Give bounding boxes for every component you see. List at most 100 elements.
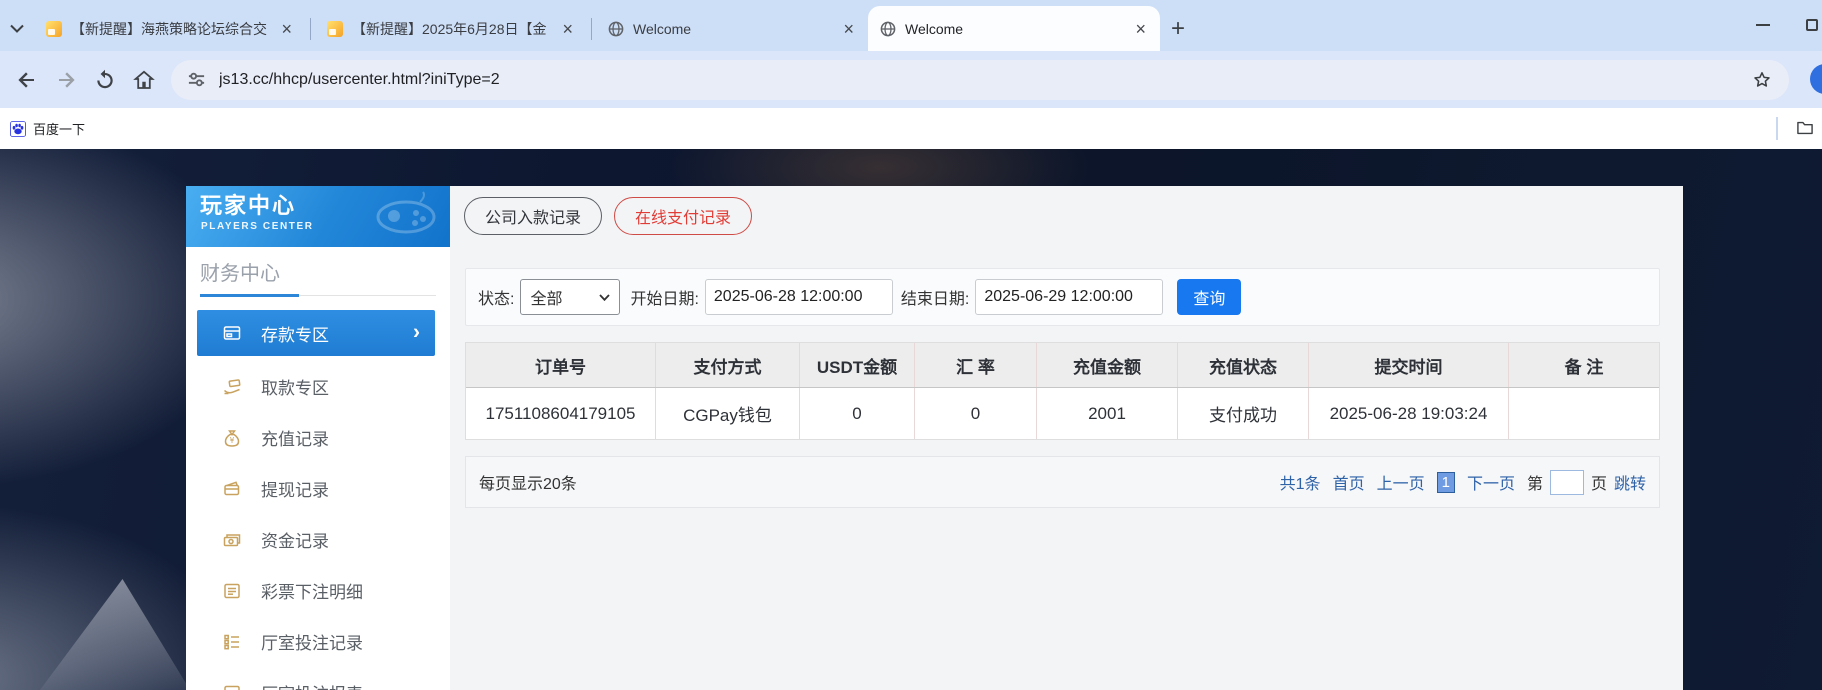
current-page-indicator[interactable]: 1 — [1437, 472, 1455, 493]
cell-remark — [1509, 388, 1659, 439]
pagination-bar: 每页显示20条 共1条 首页 上一页 1 下一页 第 页 跳转 — [465, 456, 1660, 508]
pagination-controls: 共1条 首页 上一页 1 下一页 第 页 跳转 — [1280, 470, 1646, 495]
close-icon[interactable]: × — [841, 20, 856, 38]
browser-toolbar: js13.cc/hhcp/usercenter.html?iniType=2 — [0, 51, 1822, 108]
maximize-button[interactable] — [1806, 19, 1818, 31]
header-usdt-amount: USDT金额 — [800, 343, 915, 387]
jump-link[interactable]: 跳转 — [1614, 470, 1646, 494]
profile-avatar[interactable] — [1810, 64, 1822, 94]
header-recharge-amount: 充值金额 — [1037, 343, 1178, 387]
end-date-input[interactable] — [975, 279, 1163, 315]
tab-title: 【新提醒】海燕策略论坛综合交 — [71, 19, 270, 39]
bookmark-baidu[interactable]: 百度一下 — [10, 119, 85, 138]
address-bar[interactable]: js13.cc/hhcp/usercenter.html?iniType=2 — [171, 60, 1789, 100]
prev-page-link[interactable]: 上一页 — [1377, 470, 1425, 494]
chevron-down-icon — [599, 294, 610, 301]
start-date-input[interactable] — [705, 279, 893, 315]
cell-recharge-amount: 2001 — [1037, 388, 1178, 439]
svg-text:¥: ¥ — [230, 436, 235, 445]
hall-bet-record-icon — [222, 632, 242, 652]
globe-icon — [880, 21, 896, 37]
bookmark-star-icon[interactable] — [1751, 69, 1773, 91]
header-exchange-rate: 汇 率 — [915, 343, 1037, 387]
next-page-link[interactable]: 下一页 — [1467, 470, 1515, 494]
withdrawal-record-icon — [222, 479, 242, 499]
sidebar-item-recharge-record[interactable]: ¥ 充值记录 — [186, 412, 450, 463]
background-streak — [40, 579, 190, 690]
tab-title: 【新提醒】2025年6月28日【金 — [352, 19, 551, 39]
total-count-text: 共1条 — [1280, 470, 1321, 494]
sidebar-item-hall-bet-report[interactable]: 厅室投注报表 — [186, 667, 450, 690]
page-size-text: 每页显示20条 — [479, 470, 577, 494]
funds-record-icon — [222, 530, 242, 550]
first-page-link[interactable]: 首页 — [1333, 470, 1365, 494]
deposit-icon — [222, 323, 242, 343]
hall-bet-report-icon — [222, 683, 242, 690]
payment-records-table: 订单号 支付方式 USDT金额 汇 率 充值金额 充值状态 提交时间 备 注 1… — [465, 342, 1660, 440]
start-date-label: 开始日期: — [630, 285, 698, 309]
tab-divider — [310, 18, 311, 40]
cell-payment-method: CGPay钱包 — [656, 388, 800, 439]
close-icon[interactable]: × — [1133, 20, 1148, 38]
header-recharge-status: 充值状态 — [1178, 343, 1309, 387]
sidebar-menu: 存款专区 › 取款专区 ¥ 充值记录 提现记录 资金记录 彩票下注明细 — [186, 310, 450, 690]
bookmarks-divider — [1776, 117, 1778, 140]
minimize-button[interactable] — [1756, 24, 1770, 26]
recharge-record-icon: ¥ — [222, 428, 242, 448]
header-submit-time: 提交时间 — [1309, 343, 1509, 387]
sidebar-item-withdrawal-record[interactable]: 提现记录 — [186, 463, 450, 514]
tab-strip: 【新提醒】海燕策略论坛综合交 × 【新提醒】2025年6月28日【金 × Wel… — [0, 0, 1822, 51]
table-header-row: 订单号 支付方式 USDT金额 汇 率 充值金额 充值状态 提交时间 备 注 — [466, 343, 1659, 388]
cell-order-number: 1751108604179105 — [466, 388, 656, 439]
sidebar-banner: 玩家中心 PLAYERS CENTER — [186, 186, 450, 247]
close-icon[interactable]: × — [279, 20, 294, 38]
sidebar-item-funds-record[interactable]: 资金记录 — [186, 514, 450, 565]
jump-prefix-label: 第 — [1527, 470, 1543, 494]
cell-usdt-amount: 0 — [800, 388, 915, 439]
tab-company-deposit-records[interactable]: 公司入款记录 — [464, 197, 602, 235]
table-row: 1751108604179105 CGPay钱包 0 0 2001 支付成功 2… — [466, 388, 1659, 439]
browser-tab-3[interactable]: Welcome × — [596, 6, 868, 51]
url-text[interactable]: js13.cc/hhcp/usercenter.html?iniType=2 — [219, 71, 1751, 89]
browser-tab-1[interactable]: 【新提醒】海燕策略论坛综合交 × — [34, 6, 306, 51]
header-payment-method: 支付方式 — [656, 343, 800, 387]
new-tab-button[interactable]: + — [1160, 6, 1196, 51]
cell-exchange-rate: 0 — [915, 388, 1037, 439]
cell-recharge-status: 支付成功 — [1178, 388, 1309, 439]
status-label: 状态: — [478, 285, 514, 309]
sidebar-item-lottery-bet-detail[interactable]: 彩票下注明细 — [186, 565, 450, 616]
page-jump-input[interactable] — [1550, 470, 1584, 495]
withdraw-icon — [222, 377, 242, 397]
forward-icon[interactable] — [54, 68, 78, 92]
tab-online-payment-records[interactable]: 在线支付记录 — [614, 197, 752, 235]
sidebar-item-hall-bet-record[interactable]: 厅室投注记录 — [186, 616, 450, 667]
bookmarks-bar: 百度一下 — [0, 108, 1822, 149]
other-bookmarks-folder-icon[interactable] — [1795, 118, 1815, 138]
sidebar-item-deposit-zone[interactable]: 存款专区 › — [197, 310, 435, 356]
browser-tab-4-active[interactable]: Welcome × — [868, 6, 1160, 51]
close-icon[interactable]: × — [560, 20, 575, 38]
chevron-right-icon: › — [413, 321, 420, 345]
status-select-value: 全部 — [530, 285, 562, 309]
browser-tab-2[interactable]: 【新提醒】2025年6月28日【金 × — [315, 6, 587, 51]
home-icon[interactable] — [132, 68, 156, 92]
forum-icon — [327, 21, 343, 37]
page-jump-group: 第 页 跳转 — [1527, 470, 1646, 495]
gamepad-decoration-icon — [368, 190, 446, 242]
status-select[interactable]: 全部 — [520, 279, 620, 315]
tab-divider — [591, 18, 592, 40]
tab-search-chevron-icon[interactable] — [0, 6, 34, 51]
query-button[interactable]: 查询 — [1177, 279, 1241, 315]
reload-icon[interactable] — [93, 68, 117, 92]
tab-title: Welcome — [905, 21, 1124, 37]
record-type-tabs: 公司入款记录 在线支付记录 — [464, 197, 752, 235]
sidebar-section-finance-center[interactable]: 财务中心 — [200, 247, 436, 296]
player-center-sidebar: 玩家中心 PLAYERS CENTER 财务中心 存款专区 › 取款专区 ¥ 充… — [186, 186, 450, 690]
tab-title: Welcome — [633, 21, 832, 37]
site-settings-icon[interactable] — [187, 70, 206, 89]
globe-icon — [608, 21, 624, 37]
bookmark-label: 百度一下 — [33, 119, 85, 138]
back-icon[interactable] — [15, 68, 39, 92]
sidebar-item-withdraw-zone[interactable]: 取款专区 — [186, 361, 450, 412]
cell-submit-time: 2025-06-28 19:03:24 — [1309, 388, 1509, 439]
